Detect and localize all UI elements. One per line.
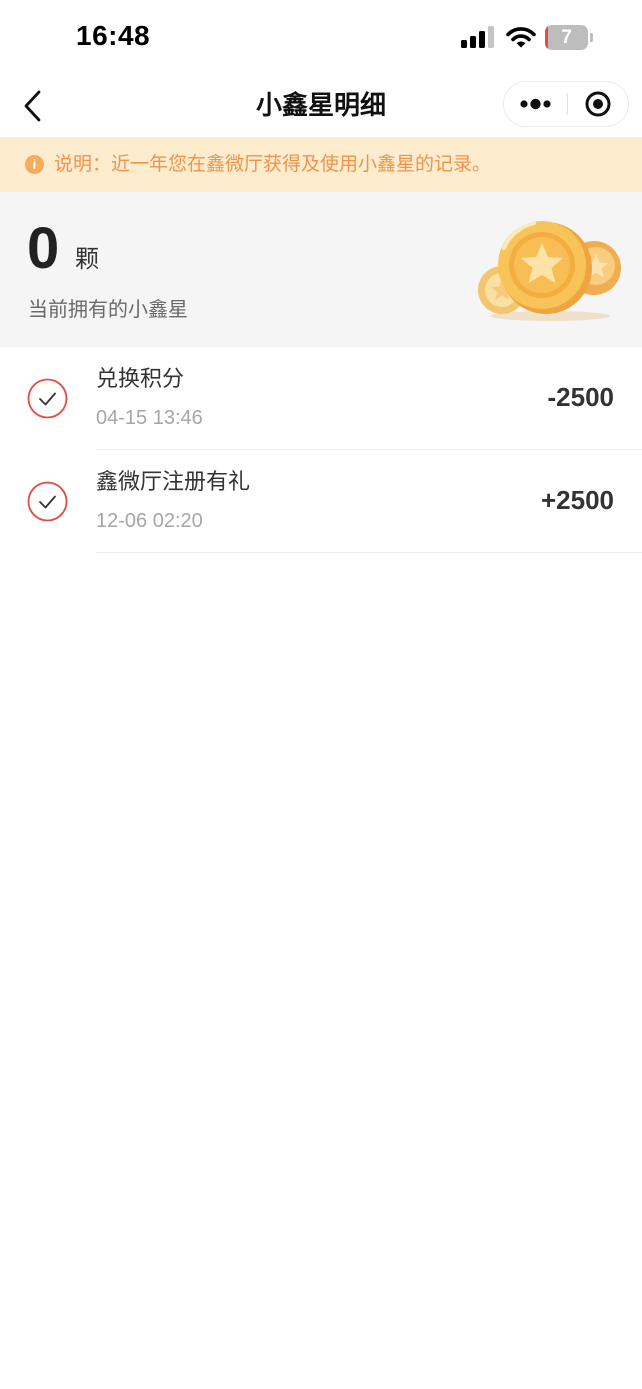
battery-body: 7 (545, 25, 588, 50)
record-time: 12-06 02:20 (96, 510, 203, 532)
balance-caption: 当前拥有的小鑫星 (28, 297, 188, 321)
nav-bar: 小鑫星明细 (0, 76, 642, 136)
gold-star-coins-illustration (478, 221, 621, 321)
mini-program-capsule (503, 81, 629, 127)
back-icon[interactable] (18, 86, 52, 126)
record-title: 兑换积分 (96, 367, 185, 392)
close-target-icon[interactable] (568, 82, 629, 126)
record-title: 鑫微厅注册有礼 (96, 470, 251, 495)
balance-unit: 颗 (75, 245, 99, 273)
record-amount: -2500 (547, 382, 615, 412)
signal-icon (461, 26, 494, 48)
more-dots-icon[interactable] (504, 82, 567, 126)
balance-card: 0 颗 当前拥有的小鑫星 (0, 192, 642, 347)
notice-banner: i 说明：近一年您在鑫微厅获得及使用小鑫星的记录。 (0, 137, 642, 192)
battery-cap (590, 33, 593, 42)
battery-level: 7 (561, 27, 572, 48)
list-item[interactable]: 鑫微厅注册有礼 12-06 02:20 +2500 (0, 450, 642, 553)
balance-count: 0 (27, 216, 60, 281)
status-bar: 16:48 7 (0, 0, 642, 76)
wifi-icon (506, 27, 536, 48)
record-list: 兑换积分 04-15 13:46 -2500 鑫微厅注册有礼 12-06 02:… (0, 347, 642, 553)
info-icon: i (25, 155, 44, 174)
record-time: 04-15 13:46 (96, 407, 203, 429)
record-divider (96, 552, 642, 553)
check-circle-icon (27, 378, 68, 419)
battery-icon: 7 (545, 25, 593, 50)
page-title: 小鑫星明细 (255, 91, 386, 121)
check-circle-icon (27, 481, 68, 522)
status-time: 16:48 (76, 20, 151, 51)
record-amount: +2500 (540, 485, 614, 515)
notice-text: 说明：近一年您在鑫微厅获得及使用小鑫星的记录。 (54, 153, 492, 175)
list-item[interactable]: 兑换积分 04-15 13:46 -2500 (0, 347, 642, 450)
